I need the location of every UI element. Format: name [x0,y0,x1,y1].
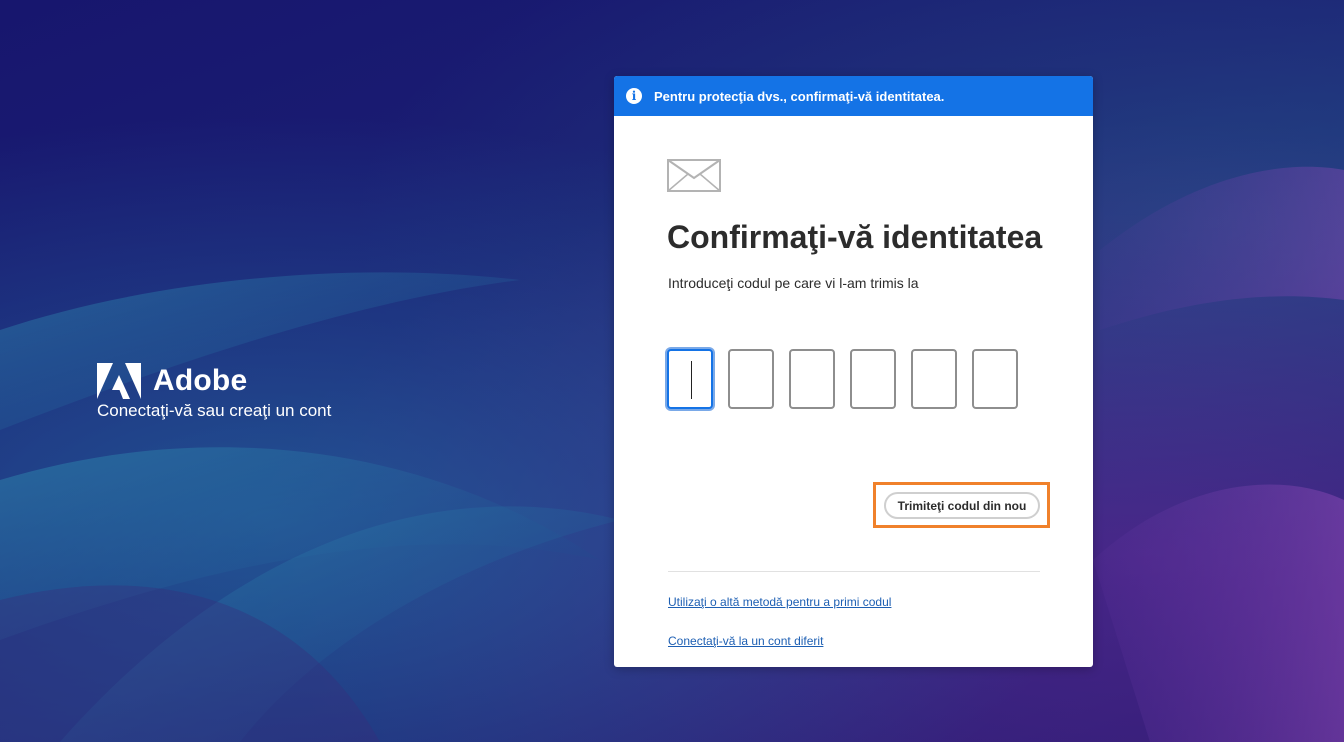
instruction-text: Introduceţi codul pe care vi l-am trimis… [668,275,919,291]
info-banner: i Pentru protecţia dvs., confirmaţi-vă i… [614,76,1093,116]
code-input-group [667,349,1018,409]
code-digit-5-input[interactable] [911,349,957,409]
adobe-brand: Adobe Conectaţi-vă sau creaţi un cont [97,363,331,421]
brand-tagline: Conectaţi-vă sau creaţi un cont [97,401,332,420]
code-digit-6-input[interactable] [972,349,1018,409]
info-icon: i [626,88,642,104]
brand-row: Adobe [97,363,331,399]
text-caret [691,361,692,399]
code-digit-4-input[interactable] [850,349,896,409]
other-method-link[interactable]: Utilizaţi o altă metodă pentru a primi c… [668,595,891,609]
info-banner-text: Pentru protecţia dvs., confirmaţi-vă ide… [654,88,945,104]
page-title: Confirmaţi-vă identitatea [667,219,1043,255]
code-digit-1-input[interactable] [667,349,713,409]
code-digit-2-input[interactable] [728,349,774,409]
envelope-icon [667,159,721,192]
adobe-logo-icon [97,363,141,399]
verification-card: i Pentru protecţia dvs., confirmaţi-vă i… [614,76,1093,667]
divider [668,571,1040,572]
brand-name: Adobe [153,364,248,397]
resend-code-button[interactable]: Trimiteţi codul din nou [884,492,1040,519]
code-digit-3-input[interactable] [789,349,835,409]
different-account-link[interactable]: Conectaţi-vă la un cont diferit [668,634,823,648]
